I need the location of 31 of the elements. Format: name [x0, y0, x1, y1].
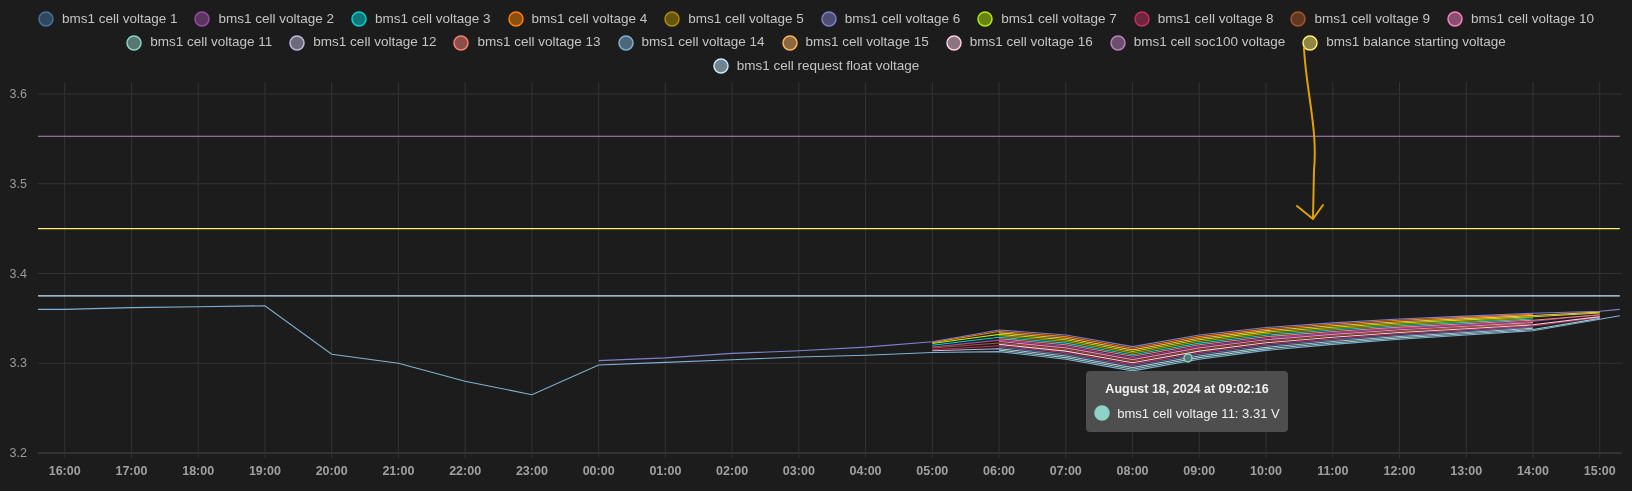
x-axis-label: 04:00 — [849, 464, 882, 478]
x-axis-label: 19:00 — [248, 464, 281, 478]
tooltip-label: bms1 cell voltage 11: 3.31 V — [1117, 404, 1280, 423]
x-axis-label: 13:00 — [1450, 464, 1483, 478]
x-axis-label: 02:00 — [716, 464, 749, 478]
x-axis-label: 21:00 — [382, 464, 415, 478]
x-axis-label: 23:00 — [515, 464, 548, 478]
x-axis-label: 01:00 — [649, 464, 682, 478]
x-axis-label: 17:00 — [115, 464, 148, 478]
x-axis-label: 09:00 — [1183, 464, 1216, 478]
y-axis-label: 3.6 — [9, 87, 27, 101]
x-axis-label: 15:00 — [1583, 464, 1616, 478]
x-axis-label: 03:00 — [782, 464, 815, 478]
x-axis-label: 12:00 — [1383, 464, 1416, 478]
x-axis-label: 20:00 — [315, 464, 348, 478]
x-axis-label: 11:00 — [1317, 464, 1349, 478]
tooltip-title: August 18, 2024 at 09:02:16 — [1105, 380, 1269, 398]
y-axis-label: 3.4 — [9, 266, 27, 281]
x-axis-label: 07:00 — [1049, 464, 1082, 478]
x-axis-label: 14:00 — [1517, 464, 1549, 478]
y-axis-label: 3.3 — [9, 356, 27, 371]
x-axis-label: 06:00 — [983, 464, 1016, 478]
x-axis-label: 08:00 — [1116, 464, 1149, 478]
x-axis-label: 10:00 — [1250, 464, 1283, 478]
x-axis-label: 16:00 — [48, 464, 81, 478]
x-axis-label: 00:00 — [582, 464, 615, 478]
x-axis-label: 18:00 — [182, 464, 215, 478]
x-axis-label: 05:00 — [916, 464, 949, 478]
y-axis-label: 3.5 — [9, 176, 27, 191]
x-axis-label: 22:00 — [449, 464, 482, 478]
y-axis-label: 3.2 — [9, 446, 27, 460]
